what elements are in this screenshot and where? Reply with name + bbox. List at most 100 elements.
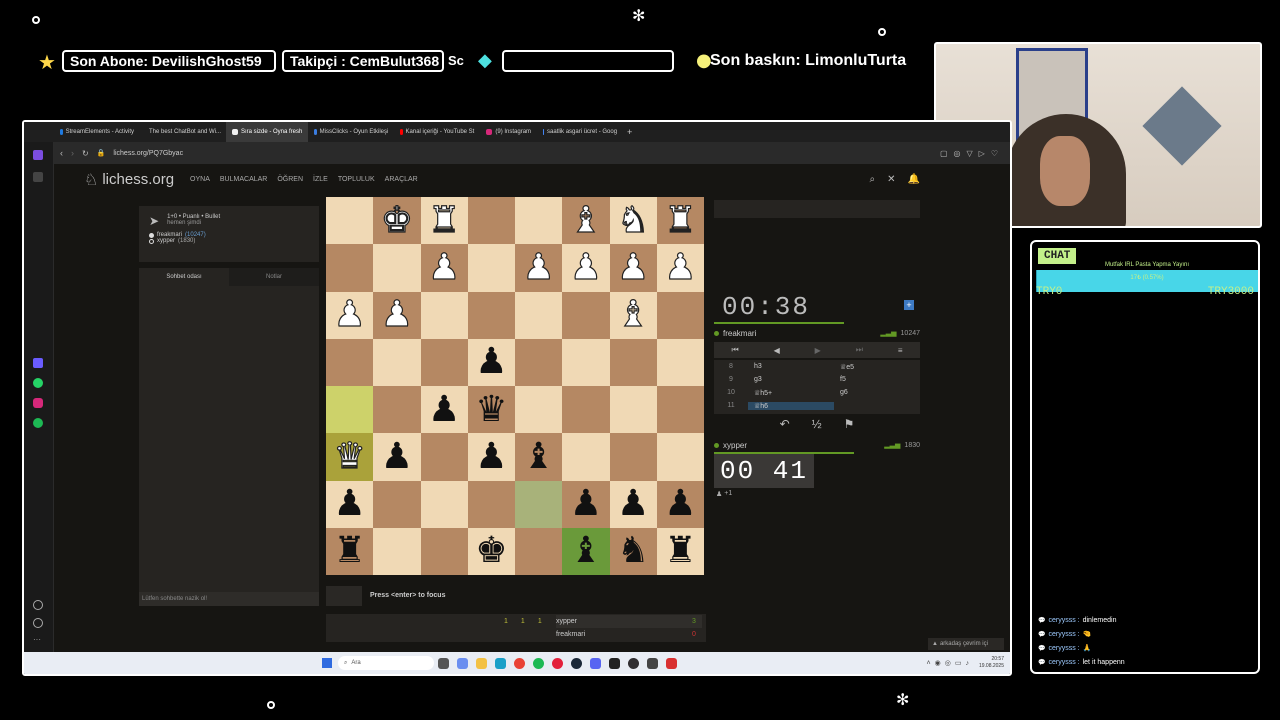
black-pawn-icon[interactable]: ♟ — [475, 344, 507, 380]
board-square[interactable]: ♛ — [467, 386, 515, 434]
app-icon[interactable] — [647, 657, 658, 669]
black-pawn-icon[interactable]: ♟ — [664, 486, 696, 522]
nav-item[interactable]: TOPLULUK — [338, 176, 375, 183]
board-square[interactable]: ♜ — [420, 197, 468, 245]
history-icon[interactable] — [33, 618, 43, 628]
board-square[interactable]: ♟ — [326, 291, 374, 339]
move-black[interactable]: ♕e5 — [834, 363, 920, 371]
friends-bar[interactable]: ▲ arkadaş çevrim içi — [928, 638, 1004, 650]
board-square[interactable] — [420, 291, 468, 339]
last-move-icon[interactable]: ⏭ — [856, 345, 863, 355]
white-pawn-icon[interactable]: ♟ — [427, 249, 460, 286]
board-square[interactable] — [467, 480, 515, 528]
tray-icons[interactable]: ˄◉◎▭♪ — [927, 659, 973, 667]
forward-icon[interactable]: › — [71, 148, 74, 158]
nav-item[interactable]: ARAÇLAR — [385, 176, 418, 183]
discord-icon[interactable] — [590, 657, 601, 669]
board-square[interactable]: ♚ — [373, 197, 421, 245]
extensions-icons[interactable]: ▢◎▽▷♡ — [940, 149, 1010, 158]
board-square[interactable] — [515, 197, 563, 245]
board-square[interactable]: ♝ — [515, 433, 563, 481]
black-pawn-icon[interactable]: ♟ — [428, 391, 460, 428]
board-square[interactable] — [326, 197, 374, 245]
move-white[interactable]: ♕h6 — [748, 401, 834, 410]
black-king-icon[interactable]: ♚ — [475, 533, 507, 569]
board-square[interactable] — [420, 480, 468, 528]
white-pawn-icon[interactable]: ♟ — [522, 249, 555, 286]
move-white[interactable]: ♕h5+ — [748, 389, 834, 397]
edge-icon[interactable] — [495, 657, 506, 669]
crosstable-row[interactable]: freakmari 0 — [556, 628, 702, 641]
browser-tab[interactable]: Sıra sizde - Oyna fresh — [226, 122, 309, 142]
move-white[interactable]: g3 — [748, 376, 834, 383]
black-bishop-icon[interactable]: ♝ — [570, 533, 602, 569]
board-square[interactable]: ♟ — [656, 480, 704, 528]
bookmarks-icon[interactable] — [33, 172, 43, 182]
white-rook-icon[interactable]: ♜ — [664, 202, 697, 239]
opera-icon[interactable] — [552, 657, 563, 669]
explorer-icon[interactable] — [476, 657, 487, 669]
move-black[interactable]: g6 — [834, 389, 920, 396]
move-black[interactable]: f5 — [834, 376, 920, 383]
board-square[interactable]: ♚ — [467, 527, 515, 575]
lichess-logo-icon[interactable]: ♘ — [84, 170, 98, 189]
chrome-icon[interactable] — [514, 657, 525, 669]
instagram-icon[interactable] — [33, 398, 43, 408]
board-square[interactable]: ♟ — [467, 433, 515, 481]
board-square[interactable]: ♟ — [467, 338, 515, 386]
draw-button[interactable]: ½ — [812, 417, 822, 431]
board-square[interactable] — [326, 244, 374, 292]
nav-item[interactable]: İZLE — [313, 176, 328, 183]
close-icon[interactable]: ✕ — [887, 174, 895, 185]
windows-start-icon[interactable] — [322, 658, 332, 668]
board-square[interactable] — [515, 338, 563, 386]
spotify-icon[interactable] — [33, 418, 43, 428]
board-square[interactable] — [656, 433, 704, 481]
board-square[interactable] — [515, 480, 563, 528]
board-square[interactable]: ♝ — [562, 527, 610, 575]
game-icon[interactable] — [666, 657, 677, 669]
crosstable-score[interactable]: 1 — [538, 618, 542, 625]
black-player-name[interactable]: xypper — [157, 238, 175, 244]
black-bishop-icon[interactable]: ♝ — [522, 438, 554, 475]
board-square[interactable]: ♟ — [373, 291, 421, 339]
chat-input[interactable]: Lütfen sohbette nazik ol! — [139, 592, 319, 606]
first-move-icon[interactable]: ⏮ — [731, 345, 738, 355]
board-square[interactable] — [609, 433, 657, 481]
crosstable-score[interactable]: 1 — [504, 618, 508, 625]
white-pawn-icon[interactable]: ♟ — [616, 249, 649, 286]
board-square[interactable] — [373, 527, 421, 575]
browser-tab[interactable]: (9) Instagram — [480, 122, 537, 142]
white-pawn-icon[interactable]: ♟ — [333, 296, 366, 333]
board-square[interactable] — [515, 291, 563, 339]
black-queen-icon[interactable]: ♛ — [475, 391, 507, 428]
nav-item[interactable]: BULMACALAR — [220, 176, 267, 183]
white-bishop-icon[interactable]: ♝ — [616, 296, 649, 333]
board-square[interactable] — [420, 433, 468, 481]
lichess-logo[interactable]: lichess.org — [102, 171, 174, 188]
board-square[interactable] — [467, 291, 515, 339]
white-queen-icon[interactable]: ♛ — [333, 438, 366, 475]
board-square[interactable] — [326, 338, 374, 386]
crosstable-score[interactable]: 1 — [521, 618, 525, 625]
board-square[interactable] — [609, 386, 657, 434]
board-square[interactable]: ♟ — [656, 244, 704, 292]
white-rook-icon[interactable]: ♜ — [427, 202, 460, 239]
focus-box[interactable] — [326, 586, 362, 606]
takeback-icon[interactable]: ↶ — [780, 417, 790, 431]
taskview-icon[interactable] — [438, 657, 449, 669]
board-square[interactable] — [656, 386, 704, 434]
tab-notes[interactable]: Notlar — [229, 268, 319, 286]
browser-tab[interactable]: saatlik asgari ücret - Goog — [537, 122, 623, 142]
chess-board[interactable]: ♚ ♜ ♝ ♞ ♜ ♟ ♟ ♟ ♟ ♟ ♟ ♟ ♝ ♟ ♟ ♛ ♛ ♟ ♟ ♝ ♟ ♟ ♟ ♟ ♜ ♚ ♝ ♞ ♜ — [326, 197, 704, 575]
reload-icon[interactable]: ↻ — [82, 149, 89, 158]
back-icon[interactable]: ‹ — [60, 148, 63, 158]
board-square[interactable]: ♟ — [515, 244, 563, 292]
menu-icon[interactable]: ≡ — [898, 346, 903, 355]
browser-tab[interactable]: StreamElements - Activity — [54, 122, 140, 142]
whatsapp-icon[interactable] — [33, 378, 43, 388]
player-name[interactable]: xypper — [723, 441, 747, 450]
next-move-icon[interactable]: ▶ — [815, 346, 821, 355]
more-icon[interactable]: ··· — [33, 636, 43, 646]
nav-item[interactable]: ÖĞREN — [277, 176, 303, 183]
